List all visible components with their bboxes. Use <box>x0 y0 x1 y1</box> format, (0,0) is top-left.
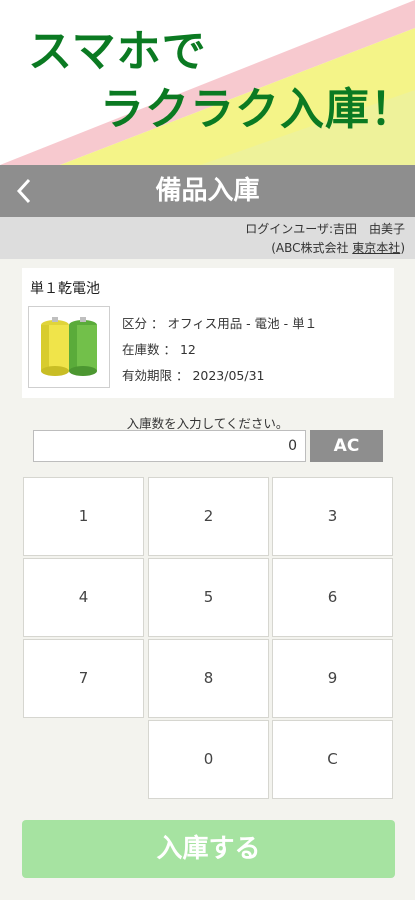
item-category: 区分 ： オフィス用品 - 電池 - 単１ <box>122 316 318 331</box>
app-header: 備品入庫 <box>0 165 415 217</box>
key-3[interactable]: 3 <box>272 477 393 556</box>
branch-link[interactable]: 東京本社 <box>352 241 400 255</box>
hero-background <box>0 0 415 165</box>
item-card: 単１乾電池 区分 ： オフィス用品 - 電池 - 単１ 在庫数 ： 12 有効期… <box>22 268 394 398</box>
hero-headline-1: スマホで <box>28 26 207 77</box>
company-prefix: (ABC株式会社 <box>271 241 353 255</box>
chevron-left-icon <box>16 178 31 204</box>
item-expiry: 有効期限 ： 2023/05/31 <box>122 368 265 383</box>
key-8[interactable]: 8 <box>148 639 269 718</box>
login-user: ログインユーザ:吉田 由美子 <box>245 222 405 236</box>
key-0[interactable]: 0 <box>148 720 269 799</box>
submit-button[interactable]: 入庫する <box>22 820 395 878</box>
key-9[interactable]: 9 <box>272 639 393 718</box>
key-7[interactable]: 7 <box>23 639 144 718</box>
company-info: (ABC株式会社 東京本社) <box>271 239 405 256</box>
item-stock: 在庫数 ： 12 <box>122 342 196 357</box>
key-6[interactable]: 6 <box>272 558 393 637</box>
company-suffix: ) <box>400 241 405 255</box>
hero-banner: スマホで ラクラク入庫！ <box>0 0 415 165</box>
item-thumbnail <box>28 306 110 388</box>
page-title: 備品入庫 <box>155 176 260 206</box>
key-4[interactable]: 4 <box>23 558 144 637</box>
back-button[interactable] <box>0 165 48 217</box>
key-2[interactable]: 2 <box>148 477 269 556</box>
key-1[interactable]: 1 <box>23 477 144 556</box>
battery-icon <box>41 317 97 376</box>
hero-headline-2: ラクラク入庫！ <box>100 84 415 135</box>
item-name: 単１乾電池 <box>30 281 100 297</box>
key-clear[interactable]: C <box>272 720 393 799</box>
key-5[interactable]: 5 <box>148 558 269 637</box>
clear-all-button[interactable]: AC <box>310 430 383 462</box>
quantity-input[interactable]: 0 <box>33 430 306 462</box>
user-info-bar: ログインユーザ:吉田 由美子 (ABC株式会社 東京本社) <box>0 217 415 259</box>
item-details: 区分 ： オフィス用品 - 電池 - 単１ 在庫数 ： 12 有効期限 ： 20… <box>122 314 317 392</box>
